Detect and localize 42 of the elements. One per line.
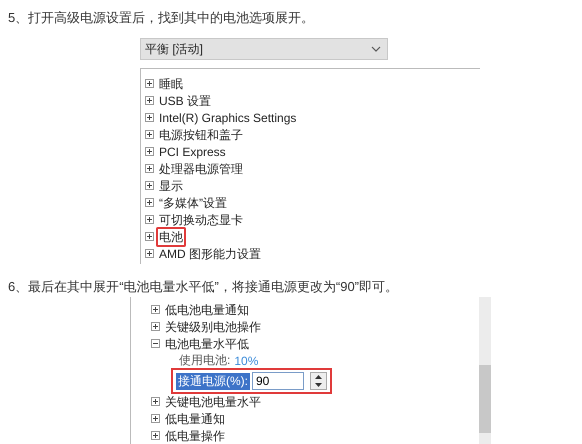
expand-icon[interactable] (145, 198, 154, 207)
tree-item[interactable]: 电源按钮和盖子 (156, 124, 246, 144)
tree-item[interactable]: 睡眠 (156, 74, 186, 94)
expand-icon[interactable] (145, 96, 154, 105)
plan-dropdown[interactable]: 平衡 [活动] (140, 38, 388, 60)
tree-item[interactable]: 可切换动态显卡 (156, 210, 246, 230)
tree-item[interactable]: Intel(R) Graphics Settings (156, 108, 300, 128)
tree-item[interactable]: AMD 图形能力设置 (156, 244, 264, 264)
tree-item[interactable]: 处理器电源管理 (156, 158, 246, 178)
tree-item[interactable]: “多媒体”设置 (156, 192, 230, 212)
setting-label: 接通电源(%): (176, 372, 250, 390)
step-text: 6、最后在其中展开“电池电量水平低”，将接通电源更改为“90”即可。 (7, 278, 400, 296)
tree-item[interactable]: USB 设置 (156, 90, 214, 110)
scrollbar-thumb[interactable] (479, 365, 491, 434)
spin-up-button[interactable] (311, 373, 326, 382)
expand-icon[interactable] (145, 215, 154, 224)
step-text: 5、打开高级电源设置后，找到其中的电池选项展开。 (7, 9, 316, 27)
spin-down-button[interactable] (311, 381, 326, 390)
expand-icon[interactable] (151, 431, 160, 440)
expand-icon[interactable] (145, 232, 154, 241)
down-arrow-icon (315, 383, 322, 388)
tree-item[interactable]: 显示 (156, 176, 186, 196)
up-arrow-icon (315, 375, 322, 380)
expand-icon[interactable] (151, 322, 160, 332)
scrollbar[interactable] (479, 297, 491, 444)
expand-icon[interactable] (151, 305, 160, 314)
expand-icon[interactable] (145, 181, 154, 190)
expand-icon[interactable] (145, 113, 154, 122)
expand-icon[interactable] (151, 397, 160, 406)
tree-item[interactable]: PCI Express (156, 142, 229, 162)
tree-item[interactable]: 电池 (156, 226, 186, 246)
chevron-icon (371, 46, 381, 52)
setting-value[interactable]: 10% (234, 354, 258, 368)
expand-icon[interactable] (151, 414, 160, 424)
expand-icon[interactable] (145, 147, 154, 156)
setting-label: 使用电池: (179, 352, 230, 370)
expand-icon[interactable] (145, 164, 154, 173)
collapse-icon[interactable] (151, 339, 160, 348)
expand-icon[interactable] (145, 79, 154, 88)
number-field[interactable]: 90 (252, 372, 304, 390)
expand-icon[interactable] (145, 249, 154, 258)
expand-icon[interactable] (145, 130, 154, 139)
